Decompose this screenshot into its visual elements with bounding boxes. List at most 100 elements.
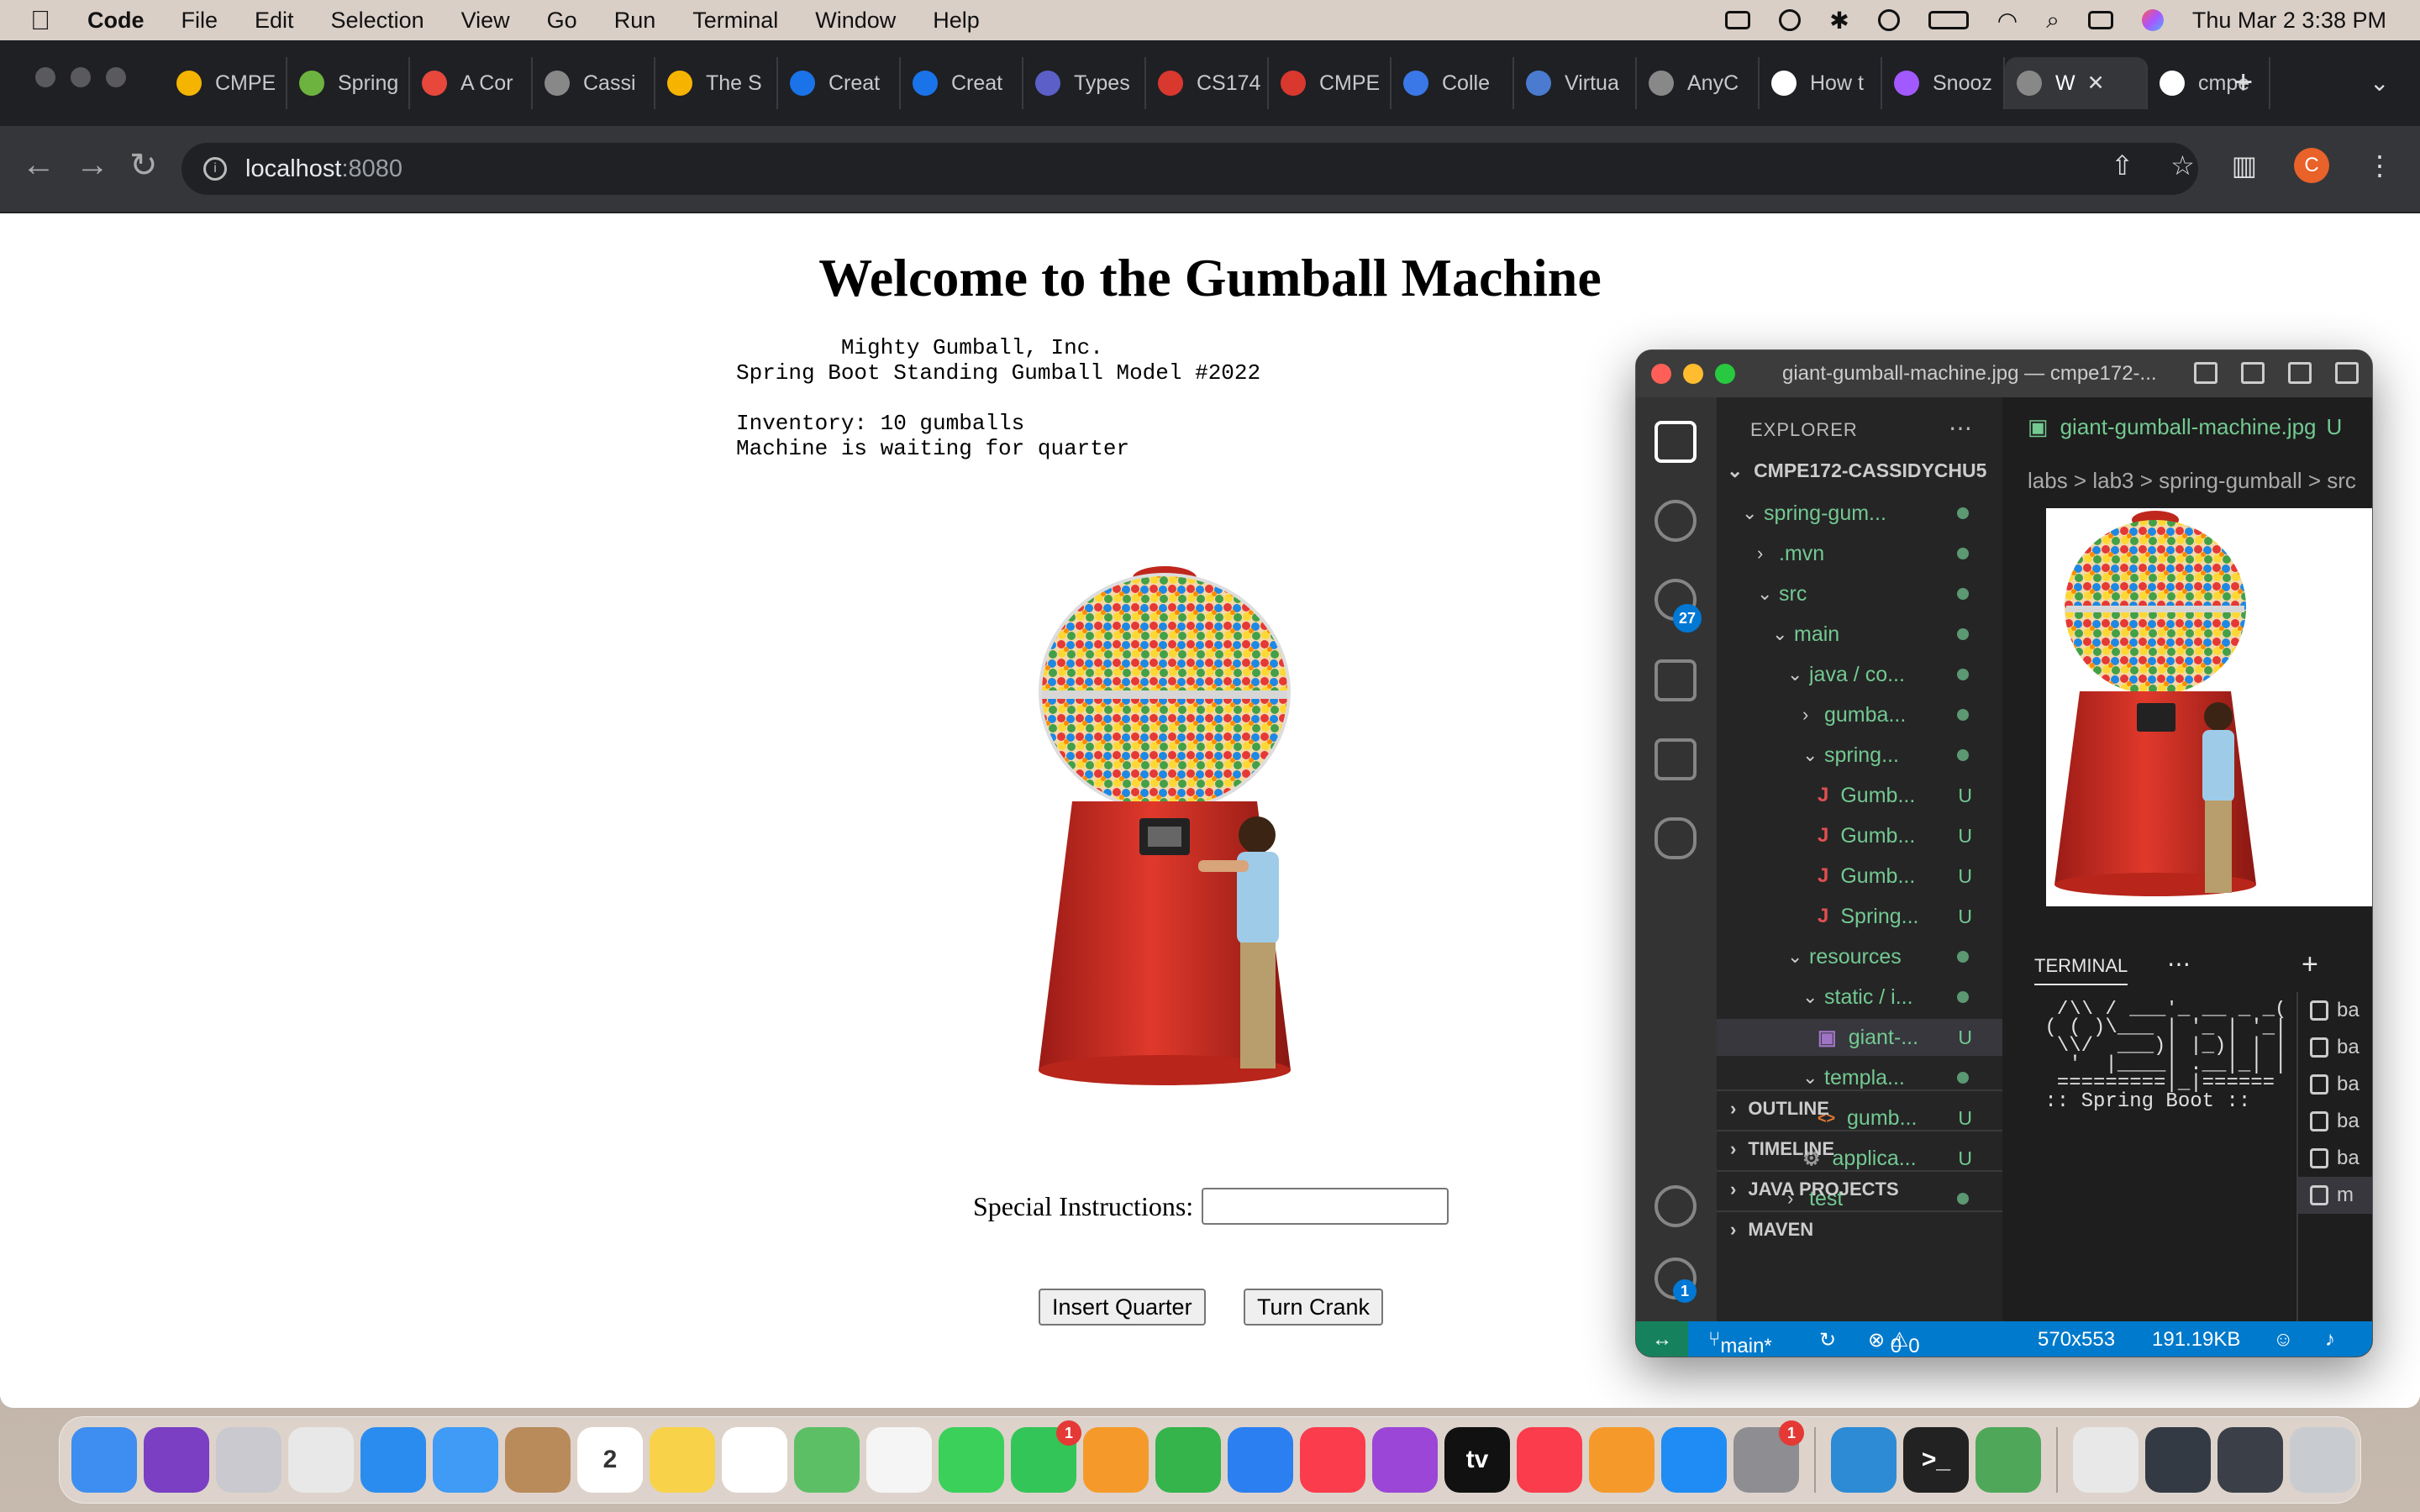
file-tree-item[interactable]: J Gumb... U	[1717, 777, 2002, 814]
browser-tab[interactable]: The S	[655, 57, 778, 109]
file-tree-item[interactable]: ⌄ spring-gum...	[1717, 495, 2002, 532]
browser-tab[interactable]: Creat	[901, 57, 1023, 109]
dock-contacts-icon[interactable]	[505, 1427, 571, 1493]
browser-tab[interactable]: Colle	[1392, 57, 1514, 109]
file-tree-item[interactable]: ⌄ static / i...	[1717, 979, 2002, 1016]
menubar-clock[interactable]: Thu Mar 2 3:38 PM	[2192, 8, 2386, 34]
panel-more-icon[interactable]: ⋯	[2167, 950, 2191, 978]
menu-run[interactable]: Run	[614, 8, 656, 34]
customize-layout-icon[interactable]	[2335, 362, 2359, 384]
bluetooth-icon[interactable]: ✱	[1829, 7, 1849, 34]
close-tab-icon[interactable]: ✕	[2087, 71, 2105, 96]
terminal-output[interactable]: /\\ / ___'_ __ _ _(_ ( ( )\___ | '_ | '_…	[2033, 1000, 2285, 1320]
dock-window-thumb-2-icon[interactable]	[2217, 1427, 2283, 1493]
file-tree-item[interactable]: J Spring... U	[1717, 898, 2002, 935]
project-root[interactable]: ⌄ CMPE172-CASSIDYCHU5	[1727, 459, 1986, 482]
dock-launchpad-icon[interactable]	[216, 1427, 281, 1493]
dock-trash-icon[interactable]	[2290, 1427, 2355, 1493]
problems-status[interactable]: ⊗ 0 ⚠ 0	[1868, 1328, 1920, 1357]
dock-calendar-icon[interactable]: 2	[577, 1427, 643, 1493]
dock-siri-icon[interactable]	[144, 1427, 209, 1493]
dock-finder-icon[interactable]	[71, 1427, 137, 1493]
search-icon[interactable]	[1655, 500, 1697, 542]
play-status-icon[interactable]	[1779, 9, 1802, 31]
browser-tab[interactable]: Types	[1023, 57, 1146, 109]
browser-tab[interactable]: CMPE	[165, 57, 287, 109]
menu-file[interactable]: File	[182, 8, 218, 34]
back-arrow-icon[interactable]: ←	[22, 146, 55, 184]
airdrop-icon[interactable]	[1877, 9, 1900, 31]
minimize-window-button[interactable]	[71, 67, 91, 87]
terminal-tab[interactable]: TERMINAL	[2034, 955, 2128, 985]
menu-view[interactable]: View	[461, 8, 510, 34]
terminal-instance[interactable]: ba	[2298, 1103, 2372, 1140]
vscode-minimize-button[interactable]	[1683, 364, 1703, 384]
dock-window-thumb-1-icon[interactable]	[2145, 1427, 2211, 1493]
dock-system-settings-icon[interactable]: 1	[1733, 1420, 1804, 1493]
dock-reminders-icon[interactable]	[722, 1427, 787, 1493]
dock-terminal-icon[interactable]: >_	[1903, 1427, 1969, 1493]
image-dimensions[interactable]: 570x553	[2038, 1328, 2115, 1352]
menu-edit[interactable]: Edit	[255, 8, 294, 34]
dock-freeform-icon[interactable]	[1083, 1427, 1149, 1493]
vscode-zoom-button[interactable]	[1715, 364, 1735, 384]
toggle-panel-icon[interactable]	[2241, 362, 2265, 384]
forward-arrow-icon[interactable]: →	[76, 146, 109, 184]
dock-news-icon[interactable]	[1517, 1427, 1582, 1493]
reload-icon[interactable]: ↻	[129, 146, 158, 185]
file-tree-item[interactable]: ⌄ main	[1717, 616, 2002, 653]
dock-document-icon[interactable]	[2073, 1427, 2139, 1493]
browser-tab[interactable]: How t	[1760, 57, 1882, 109]
vscode-close-button[interactable]	[1651, 364, 1671, 384]
browser-tab[interactable]: Spring	[287, 57, 410, 109]
bookmark-star-icon[interactable]: ☆	[2170, 150, 2195, 181]
browser-tab[interactable]: CMPE	[1269, 57, 1392, 109]
editor-tab[interactable]: ▣ giant-gumball-machine.jpg U	[2002, 397, 2372, 456]
dock-messages-icon[interactable]	[939, 1427, 1004, 1493]
file-tree-item[interactable]: J Gumb... U	[1717, 858, 2002, 895]
keyboard-status-icon[interactable]	[1725, 11, 1751, 29]
dock-photos-icon[interactable]	[866, 1427, 932, 1493]
toggle-sidebar-icon[interactable]	[2194, 362, 2217, 384]
menu-help[interactable]: Help	[933, 8, 980, 34]
dock-safari-icon[interactable]	[360, 1427, 426, 1493]
apple-menu-icon[interactable]: 	[30, 5, 64, 36]
address-bar[interactable]: i localhost:8080	[182, 143, 2198, 195]
terminal-instance[interactable]: m	[2298, 1177, 2372, 1214]
terminal-instance[interactable]: ba	[2298, 992, 2372, 1029]
menu-selection[interactable]: Selection	[331, 8, 424, 34]
share-icon[interactable]: ⇧	[2111, 150, 2133, 181]
browser-tab[interactable]: Cassi	[533, 57, 655, 109]
battery-icon[interactable]	[1928, 11, 1969, 29]
dock-notes-icon[interactable]	[650, 1427, 715, 1493]
menu-go[interactable]: Go	[547, 8, 577, 34]
notifications-bell-icon[interactable]: ♪	[2325, 1328, 2335, 1352]
dock-books-icon[interactable]	[1589, 1427, 1655, 1493]
turn-crank-button[interactable]: Turn Crank	[1244, 1289, 1384, 1326]
dock-keynote-icon[interactable]	[1228, 1427, 1293, 1493]
spotlight-search-icon[interactable]: ⌕	[2046, 7, 2060, 34]
new-terminal-plus-icon[interactable]: +	[2302, 948, 2318, 981]
wifi-icon[interactable]: ◠	[1997, 7, 2018, 34]
sidebar-section-header[interactable]: › MAVEN	[1717, 1210, 2002, 1247]
extensions-icon[interactable]	[1655, 738, 1697, 780]
dock-vscode-icon[interactable]	[1831, 1427, 1897, 1493]
dock-facetime-icon[interactable]: 1	[1011, 1420, 1081, 1493]
file-tree-item[interactable]: ⌄ src	[1717, 575, 2002, 612]
insert-quarter-button[interactable]: Insert Quarter	[1039, 1289, 1206, 1326]
file-tree-item[interactable]: ▣ giant-... U	[1717, 1019, 2002, 1056]
new-tab-button[interactable]: +	[2233, 64, 2253, 102]
browser-tab[interactable]: Snooz	[1882, 57, 2005, 109]
menu-terminal[interactable]: Terminal	[692, 8, 778, 34]
file-tree-item[interactable]: ⌄ java / co...	[1717, 656, 2002, 693]
browser-tab[interactable]: Virtua	[1514, 57, 1637, 109]
terminal-instance[interactable]: ba	[2298, 1066, 2372, 1103]
browser-tab[interactable]: AnyC	[1637, 57, 1760, 109]
dock-eclipse-globe-icon[interactable]	[1975, 1427, 2041, 1493]
explorer-icon[interactable]	[1655, 421, 1697, 463]
chrome-menu-icon[interactable]: ⋮	[2366, 150, 2393, 181]
zoom-window-button[interactable]	[106, 67, 126, 87]
side-panel-icon[interactable]: ▥	[2232, 150, 2257, 181]
tab-search-chevron-icon[interactable]: ⌄	[2370, 69, 2389, 97]
browser-tab[interactable]: CS174	[1146, 57, 1269, 109]
